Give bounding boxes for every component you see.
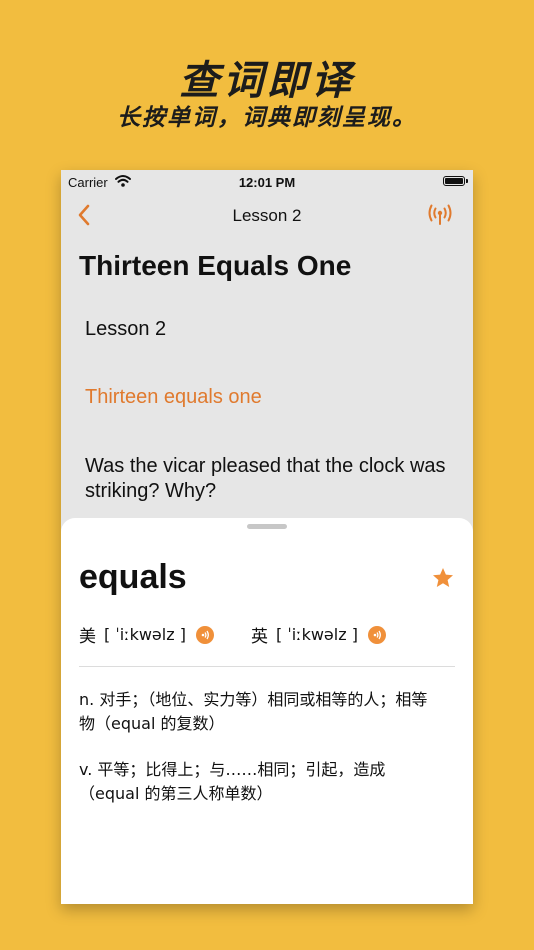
- battery-icon: [443, 176, 468, 186]
- status-bar: Carrier 12:01 PM: [61, 170, 473, 194]
- star-icon[interactable]: [431, 566, 455, 590]
- nav-title: Lesson 2: [232, 206, 302, 225]
- speaker-icon[interactable]: [367, 625, 386, 644]
- dictionary-word: equals: [79, 558, 187, 596]
- definition-noun: n. 对手；（地位、实力等）相同或相等的人；相等物（equal 的复数）: [79, 690, 428, 733]
- definition-verb: v. 平等；比得上；与……相同；引起，造成（equal 的第三人称单数）: [79, 760, 386, 803]
- divider: [79, 666, 455, 667]
- text-line-highlighted[interactable]: Thirteen equals one: [85, 386, 262, 409]
- status-time: 12:01 PM: [238, 175, 296, 190]
- phonetic-text: [ ˈiːkwəlz ]: [104, 625, 186, 644]
- dictionary-sheet: equals 美 [ ˈiːkwəlz ] 英 [ ˈiːkwəlz ] n. …: [61, 518, 473, 904]
- phonetic-label: 英: [251, 627, 268, 646]
- text-line[interactable]: Was the vicar pleased that the clock was…: [85, 454, 457, 504]
- phonetic-text: [ ˈiːkwəlz ]: [276, 625, 358, 644]
- phonetic-uk: 英 [ ˈiːkwəlz ]: [251, 622, 386, 647]
- navigation-bar: Lesson 2: [61, 198, 473, 234]
- phonetic-label: 美: [79, 627, 96, 646]
- text-line[interactable]: Lesson 2: [85, 318, 166, 341]
- phone-screen: Carrier 12:01 PM Lesson 2 Thirteen Equal…: [61, 170, 473, 904]
- sheet-grabber[interactable]: [247, 524, 287, 529]
- lesson-heading: Thirteen Equals One: [79, 250, 352, 281]
- speaker-icon[interactable]: [195, 625, 214, 644]
- phonetic-us: 美 [ ˈiːkwəlz ]: [79, 622, 214, 647]
- broadcast-icon[interactable]: [425, 202, 455, 228]
- promo-subtitle: 长按单词，词典即刻呈现。: [117, 105, 417, 131]
